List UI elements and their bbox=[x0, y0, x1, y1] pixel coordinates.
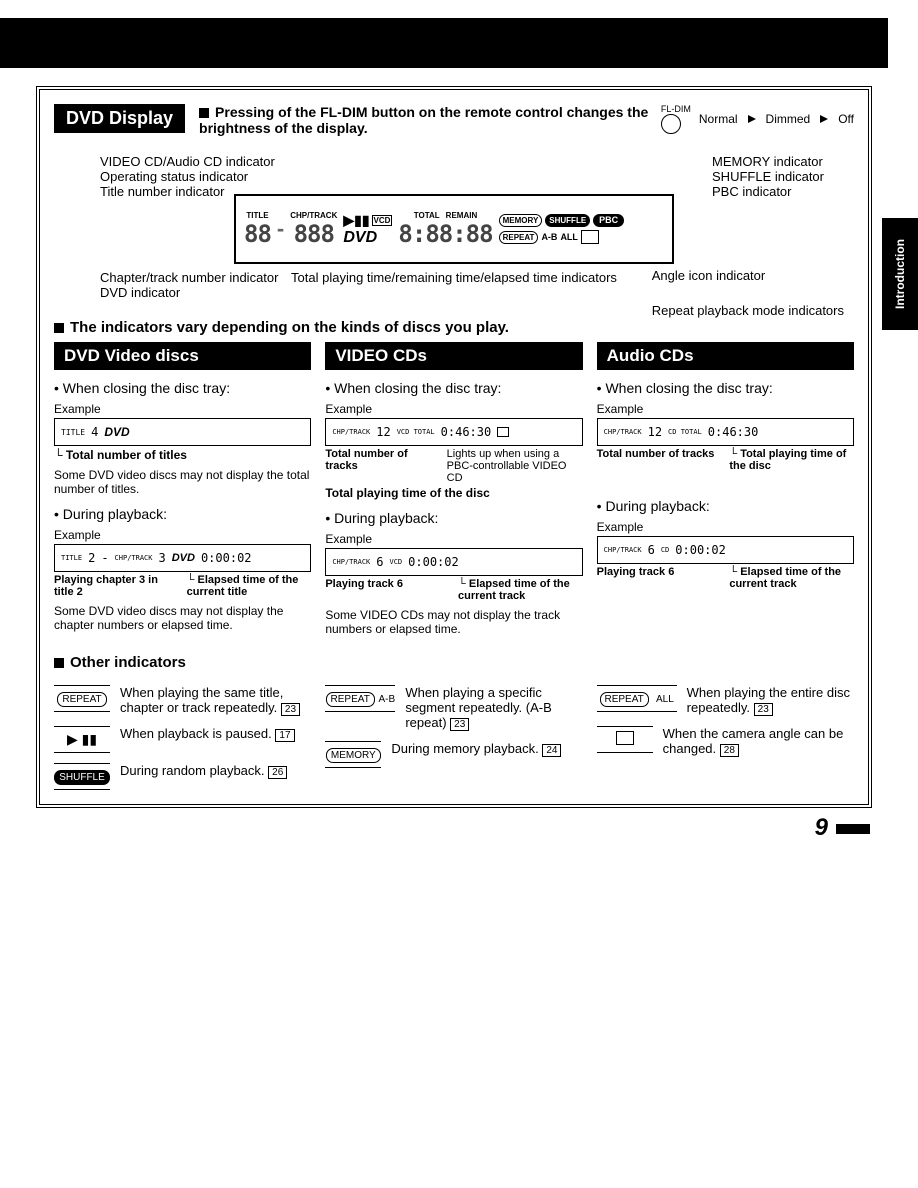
indicator-item: REPEAT ALL When playing the entire disc … bbox=[597, 685, 854, 716]
callout-label: MEMORY indicator bbox=[712, 154, 824, 169]
callout-label: Angle icon indicator bbox=[652, 268, 844, 283]
play-pause-icon: ▶ ▮▮ bbox=[67, 731, 97, 747]
repeat-ab-icon: REPEAT bbox=[326, 692, 375, 707]
indicator-item: MEMORY During memory playback. 24 bbox=[325, 741, 582, 768]
example-display: CHP/TRACK6 VCD 0:00:02 bbox=[325, 548, 582, 576]
indicator-item: REPEAT A-B When playing a specific segme… bbox=[325, 685, 582, 731]
note-text: Some DVD video discs may not display the… bbox=[54, 604, 311, 632]
callout-label: Chapter/track number indicator bbox=[100, 270, 278, 285]
example-caption: Playing track 6 bbox=[325, 578, 450, 602]
list-item: When closing the disc tray: bbox=[54, 380, 311, 396]
page-ref: 23 bbox=[281, 703, 300, 716]
list-item: When closing the disc tray: bbox=[597, 380, 854, 396]
fl-dim-states: FL-DIM Normal Dimmed Off bbox=[661, 104, 854, 134]
callout-labels-bottom: Chapter/track number indicator DVD indic… bbox=[54, 270, 854, 285]
example-caption: Total playing time of the disc bbox=[325, 486, 582, 500]
play-pause-icon: ▶▮▮ bbox=[343, 212, 369, 229]
example-display: TITLE 4 DVD bbox=[54, 418, 311, 446]
example-caption: └ Total playing time of the disc bbox=[729, 448, 854, 472]
col-dvd: DVD Video discs When closing the disc tr… bbox=[54, 342, 311, 636]
list-item: During playback: bbox=[597, 498, 854, 514]
example-caption: └ Elapsed time of the current title bbox=[187, 574, 312, 598]
note-text: Some VIDEO CDs may not display the track… bbox=[325, 608, 582, 636]
page-ref: 17 bbox=[275, 729, 294, 742]
example-caption: Playing chapter 3 in title 2 bbox=[54, 574, 179, 598]
content-frame: DVD Display Pressing of the FL-DIM butto… bbox=[36, 86, 872, 808]
example-display: TITLE2- CHP/TRACK3 DVD 0:00:02 bbox=[54, 544, 311, 572]
callout-label: PBC indicator bbox=[712, 184, 824, 199]
arrow-icon bbox=[748, 115, 756, 123]
indicators-grid: REPEAT When playing the same title, chap… bbox=[54, 675, 854, 790]
example-label: Example bbox=[325, 532, 582, 546]
page-ref: 23 bbox=[754, 703, 773, 716]
example-caption: Playing track 6 bbox=[597, 566, 722, 590]
shuffle-icon: SHUFFLE bbox=[54, 770, 110, 785]
example-label: Example bbox=[597, 402, 854, 416]
page-ref: 28 bbox=[720, 744, 739, 757]
list-item: When closing the disc tray: bbox=[325, 380, 582, 396]
page-ref: 26 bbox=[268, 766, 287, 779]
dvd-logo-icon: DVD bbox=[343, 229, 392, 247]
example-display: CHP/TRACK 12 VCD TOTAL 0:46:30 bbox=[325, 418, 582, 446]
callout-label: DVD indicator bbox=[100, 285, 278, 300]
note-text: Some DVD video discs may not display the… bbox=[54, 468, 311, 496]
pbc-icon bbox=[497, 427, 509, 437]
example-caption: Lights up when using a PBC-controllable … bbox=[447, 448, 583, 484]
example-caption: └ Total number of titles bbox=[54, 448, 311, 462]
indicator-item: When the camera angle can be changed. 28 bbox=[597, 726, 854, 757]
disc-type-columns: DVD Video discs When closing the disc tr… bbox=[54, 342, 854, 636]
fl-dim-note: Pressing of the FL-DIM button on the rem… bbox=[199, 104, 661, 136]
example-caption: └ Elapsed time of the current track bbox=[729, 566, 854, 590]
col-vcd: VIDEO CDs When closing the disc tray: Ex… bbox=[325, 342, 582, 636]
col-heading: Audio CDs bbox=[597, 342, 854, 370]
list-item: During playback: bbox=[325, 510, 582, 526]
example-label: Example bbox=[54, 528, 311, 542]
section-title: DVD Display bbox=[54, 104, 185, 133]
memory-icon: MEMORY bbox=[326, 748, 381, 763]
display-panel: TITLE 88 - CHP/TRACK 888 ▶▮▮VCD DVD TOTA… bbox=[234, 194, 674, 264]
camera-angle-icon bbox=[616, 731, 634, 745]
callout-label: Operating status indicator bbox=[100, 169, 275, 184]
list-item: During playback: bbox=[54, 506, 311, 522]
col-cd: Audio CDs When closing the disc tray: Ex… bbox=[597, 342, 854, 636]
header-black-bar bbox=[0, 18, 888, 68]
page-ref: 23 bbox=[450, 718, 469, 731]
example-caption: Total number of tracks bbox=[325, 448, 438, 484]
arrow-icon bbox=[820, 115, 828, 123]
repeat-icon: REPEAT bbox=[57, 692, 106, 707]
example-display: CHP/TRACK6 CD 0:00:02 bbox=[597, 536, 854, 564]
camera-angle-icon bbox=[581, 230, 599, 244]
other-indicators-heading: Other indicators bbox=[54, 654, 854, 671]
callout-label: Repeat playback mode indicators bbox=[652, 303, 844, 318]
indicator-item: REPEAT When playing the same title, chap… bbox=[54, 685, 311, 716]
side-tab: Introduction bbox=[882, 218, 918, 330]
vary-note: The indicators vary depending on the kin… bbox=[54, 319, 854, 336]
example-display: CHP/TRACK 12 CD TOTAL 0:46:30 bbox=[597, 418, 854, 446]
example-label: Example bbox=[325, 402, 582, 416]
indicator-item: ▶ ▮▮ When playback is paused. 17 bbox=[54, 726, 311, 753]
indicator-item: SHUFFLE During random playback. 26 bbox=[54, 763, 311, 790]
col-heading: VIDEO CDs bbox=[325, 342, 582, 370]
example-caption: └ Elapsed time of the current track bbox=[458, 578, 583, 602]
page-number: 9 bbox=[0, 814, 870, 842]
callout-label: VIDEO CD/Audio CD indicator bbox=[100, 154, 275, 169]
example-caption: Total number of tracks bbox=[597, 448, 722, 472]
repeat-all-icon: REPEAT bbox=[600, 692, 649, 707]
example-label: Example bbox=[597, 520, 854, 534]
col-heading: DVD Video discs bbox=[54, 342, 311, 370]
callout-label: SHUFFLE indicator bbox=[712, 169, 824, 184]
page-ref: 24 bbox=[542, 744, 561, 757]
fl-dim-button-icon bbox=[661, 114, 681, 134]
example-label: Example bbox=[54, 402, 311, 416]
